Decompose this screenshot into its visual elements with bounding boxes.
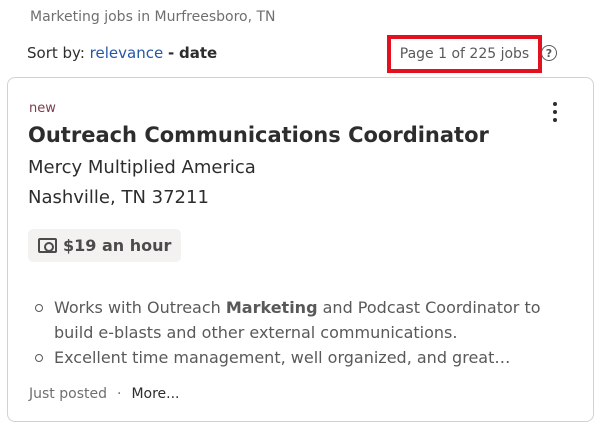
more-options-icon[interactable] xyxy=(546,102,564,128)
sort-prefix: Sort by: xyxy=(27,44,85,62)
snippet-item: Excellent time management, well organize… xyxy=(35,345,555,370)
posted-date: Just posted xyxy=(29,386,107,402)
sort-date-link[interactable]: date xyxy=(179,44,217,62)
snippet-item: Works with Outreach Marketing and Podcas… xyxy=(35,295,555,345)
job-snippet: Works with Outreach Marketing and Podcas… xyxy=(35,295,555,370)
search-context: Marketing jobs in Murfreesboro, TN xyxy=(30,9,276,25)
sort-separator: - xyxy=(167,44,175,62)
page-count: Page 1 of 225 jobs xyxy=(399,46,530,62)
company-name: Mercy Multiplied America xyxy=(28,157,256,178)
sort-relevance-link[interactable]: relevance xyxy=(90,44,164,62)
money-icon xyxy=(38,238,57,253)
help-icon[interactable]: ? xyxy=(541,45,557,61)
job-location: Nashville, TN 37211 xyxy=(28,187,209,208)
salary-text: $19 an hour xyxy=(63,236,172,255)
footer-separator: · xyxy=(116,386,122,402)
sort-row: Sort by: relevance - date xyxy=(27,44,217,62)
salary-chip: $19 an hour xyxy=(28,229,182,262)
more-link[interactable]: More... xyxy=(131,386,179,402)
page-count-highlight: Page 1 of 225 jobs xyxy=(387,35,542,73)
new-badge: new xyxy=(29,101,56,116)
job-title[interactable]: Outreach Communications Coordinator xyxy=(28,123,489,147)
job-footer: Just posted · More... xyxy=(29,386,180,402)
job-card[interactable]: new Outreach Communications Coordinator … xyxy=(7,77,594,422)
